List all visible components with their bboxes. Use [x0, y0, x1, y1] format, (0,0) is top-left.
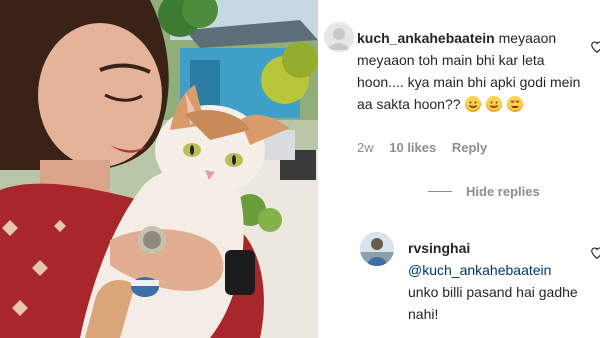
reply-button[interactable]: Reply — [452, 140, 487, 155]
reply-comment: rvsinghai @kuch_ankahebaatein unko billi… — [408, 237, 588, 325]
avatar-placeholder-icon — [324, 22, 354, 52]
heart-eyes-emoji — [507, 96, 524, 112]
yum-face-emoji — [465, 96, 482, 112]
comment-likes[interactable]: 10 likes — [389, 140, 436, 155]
reply-username[interactable]: rvsinghai — [408, 237, 588, 259]
hide-replies-label: Hide replies — [466, 184, 540, 199]
comment-meta: 2w 10 likes Reply — [357, 140, 499, 155]
reply-avatar[interactable] — [360, 232, 394, 266]
like-heart-icon[interactable] — [590, 246, 600, 260]
reply-mention[interactable]: @kuch_ankahebaatein — [408, 259, 588, 281]
hide-replies-button[interactable]: Hide replies — [428, 184, 540, 199]
comments-panel: kuch_ankahebaatein meyaaon meyaaon toh m… — [318, 0, 600, 338]
yum-face-emoji — [486, 96, 503, 112]
comment-username[interactable]: kuch_ankahebaatein — [357, 30, 495, 46]
comment: kuch_ankahebaatein meyaaon meyaaon toh m… — [357, 27, 595, 115]
like-heart-icon[interactable] — [590, 40, 600, 54]
post-photo — [0, 0, 318, 338]
comment-time: 2w — [357, 140, 374, 155]
hide-replies-line — [428, 191, 452, 192]
commenter-avatar[interactable] — [324, 22, 354, 52]
avatar-photo-icon — [360, 232, 394, 266]
reply-text: unko billi pasand hai gadhe nahi! — [408, 284, 578, 322]
